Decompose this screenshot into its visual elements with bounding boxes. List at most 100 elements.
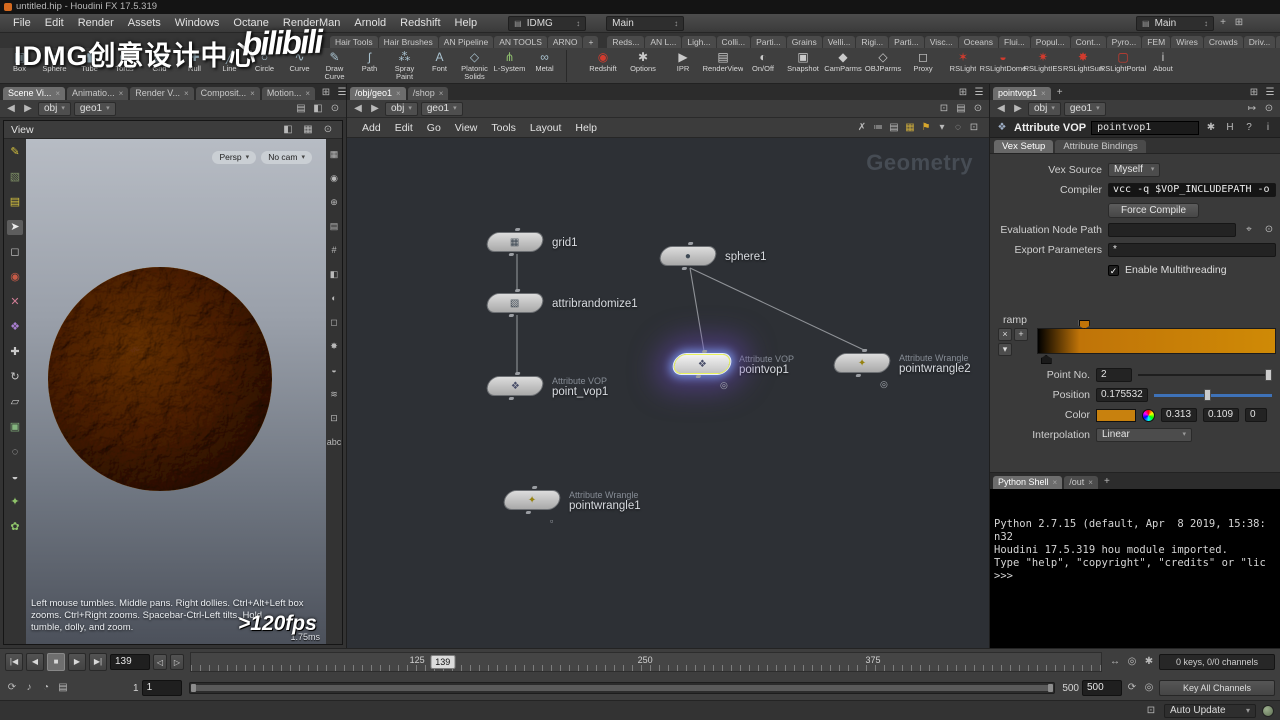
ramp-gradient[interactable]	[1037, 328, 1276, 354]
vex-source-select[interactable]: Myself ▾	[1108, 163, 1161, 177]
shelf-tab[interactable]: Visc...	[924, 36, 958, 48]
pane-grid-icon[interactable]: ▤	[294, 102, 308, 116]
viewport-geometry-sphere[interactable]	[42, 261, 278, 497]
point-no-field[interactable]: 2	[1096, 368, 1132, 382]
menu-help[interactable]: Help	[448, 17, 485, 29]
shelf-tab[interactable]: Parti...	[751, 36, 786, 48]
net-menu-add[interactable]: Add	[355, 122, 388, 134]
pane-tab[interactable]: Scene Vi... ×	[3, 87, 66, 100]
range-end-grip[interactable]	[1048, 684, 1054, 692]
scoped-channels-icon[interactable]: ◎	[1142, 681, 1156, 695]
net-menu-tools[interactable]: Tools	[484, 122, 523, 134]
shelf-tab[interactable]: Grains	[786, 36, 822, 48]
node-body[interactable]: ❖	[484, 376, 546, 396]
desktop-selector-left[interactable]: ▤ IDMG ↕	[508, 15, 587, 31]
shelf-tab[interactable]: FEM	[1142, 36, 1171, 48]
record-icon[interactable]: ◎	[1125, 655, 1139, 669]
close-icon[interactable]: ×	[55, 87, 60, 100]
close-icon[interactable]: ×	[439, 87, 444, 100]
pane-split-icon[interactable]: ⊞	[319, 86, 333, 100]
viewport-shade-icon[interactable]: ◧	[281, 123, 295, 137]
gear-icon[interactable]: ✱	[1204, 121, 1218, 135]
pane-split-icon[interactable]: ⊞	[956, 86, 970, 100]
node-body[interactable]: ▦	[484, 232, 546, 252]
horizon-icon[interactable]: ◒	[326, 363, 342, 378]
node-name-field[interactable]: pointvop1	[1091, 120, 1199, 135]
force-compile-button[interactable]: Force Compile	[1108, 202, 1200, 218]
lighting-icon[interactable]: ◐	[326, 291, 342, 306]
node-body[interactable]: ▧	[484, 293, 546, 313]
shelf-tab[interactable]: Crowds	[1203, 36, 1243, 48]
snapshot-icon[interactable]: ⊡	[326, 411, 342, 426]
network-canvas[interactable]: Geometry ▦ grid1 ● sphere1 ▧ attribrando…	[347, 138, 989, 648]
shelf-tab[interactable]: +	[583, 36, 599, 48]
shelf-tab[interactable]: Hair Brushes	[378, 36, 438, 48]
pin-icon[interactable]: ⊙	[1262, 102, 1276, 116]
loop-mode-icon[interactable]: ⟳	[5, 681, 19, 695]
tool-draw-curve[interactable]: ✎ Draw Curve	[317, 49, 352, 81]
flora-tool-icon[interactable]: ✿	[7, 520, 23, 535]
pane-tab[interactable]: /out ×	[1064, 476, 1098, 489]
shelf-tab[interactable]: Rigi...	[856, 36, 889, 48]
dropdown-icon[interactable]: ▾	[935, 121, 949, 135]
path-context[interactable]: obj ▾	[1028, 101, 1061, 116]
desktop-selector-center[interactable]: Main ↕	[606, 15, 685, 31]
node-chooser-icon[interactable]: ⌖	[1242, 223, 1256, 237]
tool-proxy[interactable]: ◻ Proxy	[903, 49, 943, 73]
play-backward-button[interactable]: ◀	[26, 653, 44, 671]
shelf-tab[interactable]: ARNO	[547, 36, 583, 48]
add-desktop-icon[interactable]: +	[1216, 16, 1230, 30]
list-view-icon[interactable]: ≔	[871, 121, 885, 135]
forward-icon[interactable]: ▶	[368, 102, 382, 116]
op-path-icon[interactable]: ⊙	[1262, 223, 1276, 237]
tool-ipr[interactable]: ▶ IPR	[663, 49, 703, 73]
attribrandomize1[interactable]: ▧ attribrandomize1	[484, 293, 638, 315]
range-start-field[interactable]: 1	[141, 680, 182, 696]
net-menu-help[interactable]: Help	[568, 122, 604, 134]
mirror-tool-icon[interactable]: ❖	[7, 320, 23, 335]
node-badge-icon[interactable]: ▫	[550, 516, 553, 526]
net-menu-layout[interactable]: Layout	[523, 122, 569, 134]
net-menu-edit[interactable]: Edit	[388, 122, 420, 134]
pane-menu-icon[interactable]: ☰	[972, 86, 986, 100]
pin-icon[interactable]: ⊙	[328, 102, 342, 116]
tool-options[interactable]: ✱ Options	[623, 49, 663, 73]
node-badge-icon[interactable]: ◎	[720, 380, 728, 391]
menu-windows[interactable]: Windows	[168, 17, 227, 29]
color-g-field[interactable]: 0.109	[1203, 408, 1239, 422]
link-icon[interactable]: ↦	[1245, 102, 1259, 116]
scatter-tool-icon[interactable]: ✦	[7, 495, 23, 510]
pane-tab[interactable]: pointvop1 ×	[993, 87, 1051, 100]
draw-tool-icon[interactable]: ✎	[7, 145, 23, 160]
tool-rslightdome[interactable]: ◒ RSLightDome	[980, 49, 1027, 73]
pane-tab[interactable]: /obj/geo1 ×	[350, 87, 406, 100]
wireframe-icon[interactable]: ◻	[326, 315, 342, 330]
close-icon[interactable]: ×	[250, 87, 255, 100]
color-wheel-icon[interactable]	[1142, 408, 1155, 422]
back-icon[interactable]: ◀	[4, 102, 18, 116]
node-body[interactable]: ✦	[831, 353, 893, 373]
pin-icon[interactable]: ⊙	[971, 102, 985, 116]
help-icon[interactable]: ?	[1242, 121, 1256, 135]
close-icon[interactable]: ×	[1053, 476, 1058, 489]
frame-range-slider[interactable]	[188, 682, 1056, 694]
ramp-options-dropdown[interactable]: ▾	[998, 343, 1012, 356]
text-overlay-icon[interactable]: abc	[326, 435, 342, 450]
shelf-tab[interactable]: Driv...	[1243, 36, 1276, 48]
panes-icon[interactable]: ⊞	[1232, 16, 1246, 30]
multithreading-checkbox[interactable]: ✓	[1108, 264, 1119, 276]
projection-selector[interactable]: Persp ▾	[212, 151, 257, 164]
shelf-tab[interactable]: Reds...	[607, 36, 645, 48]
evaluation-node-path-field[interactable]	[1108, 223, 1236, 237]
menu-edit[interactable]: Edit	[38, 17, 71, 29]
timeline-ruler[interactable]: 125 250 375 139	[190, 652, 1102, 672]
shelf-tab[interactable]: Colli...	[716, 36, 751, 48]
viewport-pin-icon[interactable]: ⊙	[321, 123, 335, 137]
pane-shade-icon[interactable]: ◧	[311, 102, 325, 116]
close-icon[interactable]: ×	[119, 87, 124, 100]
node-body[interactable]: ●	[657, 246, 719, 266]
resize-icon[interactable]: ↔	[1108, 655, 1122, 669]
python-console[interactable]: Python 2.7.15 (default, Apr 8 2019, 15:3…	[990, 489, 1280, 648]
viewport[interactable]: View ◧ ▦ ⊙ ✎ ▧ ▤ ➤ ◻ ◉ ✕ ❖ ✚ ↻ ▱ ▣ ◌ ◒ ✦ ✿	[3, 120, 343, 645]
new-tab-icon[interactable]: +	[1100, 475, 1114, 489]
